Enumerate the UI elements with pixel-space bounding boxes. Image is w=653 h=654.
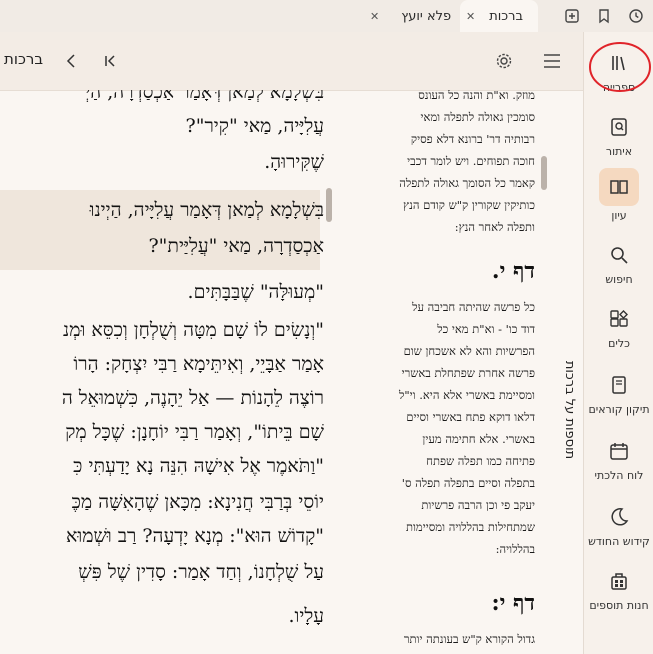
text-line: עַל שֻׁלְחָנוֹ, וְחַד אָמַר: סָדִין שֶׁל…: [78, 561, 324, 583]
close-icon[interactable]: ✕: [370, 10, 379, 23]
chevron-left-icon[interactable]: [64, 53, 78, 69]
sidebar-item-study[interactable]: עיון: [584, 168, 653, 222]
text-line: שֶׁקִּירוּהָ.: [264, 151, 324, 173]
commentary-line: ותפלה לאחר הנץ:: [454, 220, 535, 234]
history-icon[interactable]: [628, 8, 644, 24]
sidebar-item-label: חיפוש: [605, 273, 633, 286]
breadcrumb[interactable]: ברכות: [4, 50, 43, 68]
commentary-line: ומסיימת באשרי אלא היא. וי"ל: [398, 388, 535, 402]
text-line: עֲלִיָּיה, מַאי "קִיר"?: [185, 115, 324, 137]
daf-heading: דף י:: [491, 590, 535, 616]
commentary-scrollbar[interactable]: [541, 156, 547, 190]
commentary-line: רבותיה דר' ברונא דלא פסיק: [410, 132, 535, 146]
sidebar-item-store[interactable]: חנות תוספים: [584, 566, 653, 612]
bookmark-icon[interactable]: [596, 8, 612, 24]
commentary-line: באשרי. אלא חתימה מעין: [422, 432, 535, 446]
text-line: עָלָיו.: [288, 605, 324, 627]
sidebar-item-search[interactable]: חיפוש: [584, 240, 653, 286]
text-line: "מְעוּלָּה" שֶׁבַּבָּתִּים.: [187, 281, 324, 303]
commentary-line: חוכה תפוחים. ויש לומר דכבי: [407, 154, 535, 168]
tools-icon: [610, 310, 628, 327]
sidebar-item-locate[interactable]: איתור: [584, 112, 653, 158]
sidebar-item-label: עיון: [611, 209, 627, 222]
text-line: יוֹסֵי בְּרַבִּי חֲנִינָא: מִכָּאן שֶׁהָ…: [71, 491, 324, 513]
sidebar-item-new-moon[interactable]: קידוש החודש: [584, 502, 653, 548]
text-line: שָׁם בֵּיתוֹ", וְאָמַר רַבִּי יוֹחָנָן: …: [65, 421, 324, 443]
moon-icon: [611, 508, 629, 526]
open-book-icon: [610, 180, 628, 194]
commentary-panel-tab[interactable]: תוספות על ברכות: [552, 330, 578, 490]
sidebar-item-label: קידוש החודש: [588, 535, 650, 548]
commentary-panel-title: תוספות על ברכות: [562, 360, 577, 460]
commentary-line: מוזק. וא"ת והנה כל העונס: [418, 90, 535, 102]
text-line: "וַתֹּאמֶר אֶל אִישָׁהּ הִנֵּה נָא יָדַע…: [73, 455, 324, 477]
commentary-line: בהללויה:: [495, 542, 535, 556]
sidebar-item-tools[interactable]: כלים: [584, 304, 653, 350]
tab-pele-yoetz[interactable]: ✕ פלא יועץ: [364, 0, 460, 32]
commentary-line: גדול הקורא ק"ש בעונתה יותר: [403, 632, 535, 646]
main-scrollbar[interactable]: [326, 188, 332, 222]
commentary-line: דוד כו' - וא"ת מאי כל: [437, 322, 535, 336]
text-line: "קָדוֹשׁ הוּא": מְנָא יָדְעָה? רַב וּשְׁ…: [65, 525, 324, 547]
commentary-line: סומכין גאולה לתפלה ומאי: [420, 110, 535, 124]
sidebar-item-label: איתור: [605, 145, 633, 158]
tab-strip: ✕ ברכות ✕ פלא יועץ: [0, 0, 653, 32]
commentary-line: יעקב פי וכן הרבה פרשיות: [421, 498, 535, 512]
text-line: בִּשְׁלָמָא לְמַאן דְּאָמַר אַכְסַדְרָה,…: [85, 90, 324, 103]
text-line: אַכְסַדְרָה, מַאי "עֲלִיַּית"?: [148, 235, 324, 257]
settings-gear-icon[interactable]: [495, 52, 513, 70]
tab-berachot[interactable]: ✕ ברכות: [460, 0, 538, 32]
reading-area: בִּשְׁלָמָא לְמַאן דְּאָמַר אַכְסַדְרָה,…: [0, 90, 583, 654]
commentary-line: כל פרשה שהיתה חביבה על: [412, 300, 535, 314]
text-line: רוֹצֶה לֵהָנוֹת — אַל יֵהָנֶה, כִּשְׁמוּ…: [61, 387, 324, 409]
locate-icon: [611, 118, 627, 136]
commentary-line: פתיחה כמו תפלה שפתח: [426, 454, 535, 468]
sidebar: ספרייה איתור עיון חיפוש כלים תיקון קוראי…: [583, 32, 653, 654]
scroll-book-icon: [612, 376, 626, 394]
tab-label: ברכות: [489, 8, 524, 24]
store-icon: [611, 573, 627, 590]
commentary-line: שמתחילות בהללויה ומסיימות: [405, 520, 535, 534]
daf-heading: דף י.: [491, 258, 535, 284]
commentary-line: הפרשיות והא לא אשכחן שום: [403, 344, 535, 358]
sidebar-item-calendar[interactable]: לוח הלכתי: [584, 436, 653, 482]
commentary-line: דלאו דוקא פתח באשרי וסיים: [406, 410, 535, 424]
search-icon: [611, 247, 628, 264]
commentary-line: כותיקין שקורין ק"ש קודם הנץ: [403, 198, 535, 212]
calendar-icon: [610, 443, 628, 460]
toolbar: ברכות: [0, 32, 583, 91]
text-line: בִּשְׁלָמָא לְמַאן דְּאָמַר עֲלִיָּיה, ה…: [89, 199, 324, 221]
last-page-icon[interactable]: [102, 53, 118, 69]
text-line: "וְנָשִׂים לוֹ שָׁם מִטָּה וְשֻׁלְחָן וְ…: [63, 319, 324, 341]
new-tab-icon[interactable]: [564, 8, 580, 24]
menu-icon[interactable]: [542, 52, 562, 70]
sidebar-item-label: חנות תוספים: [589, 599, 649, 612]
sidebar-item-label: כלים: [608, 337, 630, 350]
close-icon[interactable]: ✕: [466, 10, 475, 23]
sidebar-item-label: לוח הלכתי: [594, 469, 644, 482]
annotation-circle: [589, 42, 651, 92]
sidebar-item-label: תיקון קוראים: [588, 403, 650, 416]
commentary-line: בתפלה וסיים בתפלה תפלה ס': [401, 476, 535, 490]
text-line: אָמַר אַבָּיֵי, וְאִיתֵּימָא רַבִּי יִצְ…: [73, 353, 324, 375]
commentary-line: קאמר כל הסומך גאולה לתפלה: [399, 176, 535, 190]
tab-label: פלא יועץ: [401, 8, 452, 24]
commentary-line: פרשה אחרת שפתחלת באשרי: [401, 366, 535, 380]
sidebar-item-tikkun[interactable]: תיקון קוראים: [584, 370, 653, 416]
